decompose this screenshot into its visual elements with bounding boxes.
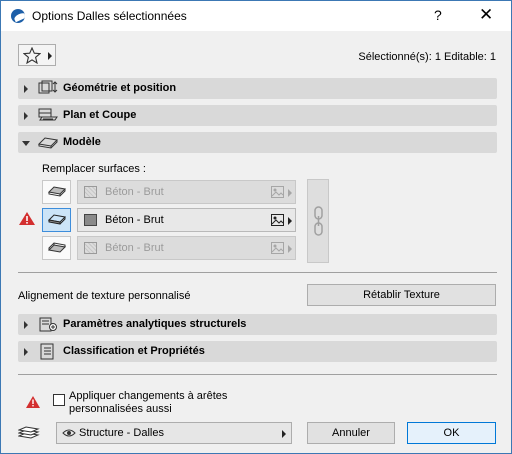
material-name: Béton - Brut	[105, 186, 164, 198]
bottom-surface-material-picker[interactable]: Béton - Brut	[77, 236, 296, 260]
plan-section-icon	[38, 108, 58, 121]
material-swatch	[84, 186, 97, 198]
classification-icon	[40, 343, 54, 360]
window-title: Options Dalles sélectionnées	[32, 9, 187, 23]
cancel-button[interactable]: Annuler	[307, 422, 395, 444]
collapse-arrow-icon	[22, 141, 30, 146]
bottom-surface-icon	[48, 242, 66, 253]
section-label: Paramètres analytiques structurels	[63, 318, 247, 330]
title-bar: Options Dalles sélectionnées ? ✕	[1, 1, 511, 31]
close-button[interactable]: ✕	[479, 5, 493, 25]
top-surface-button[interactable]	[42, 180, 71, 204]
section-label: Modèle	[63, 136, 101, 148]
favorites-button[interactable]	[18, 44, 56, 66]
archicad-app-icon	[11, 9, 25, 23]
layer-name: Structure - Dalles	[79, 427, 164, 439]
ok-button[interactable]: OK	[407, 422, 496, 444]
image-picker-icon	[271, 186, 284, 198]
bottom-surface-button[interactable]	[42, 236, 71, 260]
apply-custom-edges-label-line2: personnalisées aussi	[69, 403, 172, 415]
help-button[interactable]: ?	[434, 7, 442, 23]
section-label: Classification et Propriétés	[63, 345, 205, 357]
layer-select[interactable]: Structure - Dalles	[56, 422, 292, 444]
link-surfaces-toggle[interactable]	[307, 179, 329, 263]
warning-icon	[26, 396, 40, 408]
favorites-dropdown-arrow-icon	[48, 52, 52, 60]
expand-arrow-icon	[24, 348, 28, 356]
section-structural-analytics[interactable]: Paramètres analytiques structurels	[18, 314, 497, 335]
image-picker-icon	[271, 242, 284, 254]
override-surfaces-label: Remplacer surfaces :	[42, 163, 146, 175]
section-model[interactable]: Modèle	[18, 132, 497, 153]
material-name: Béton - Brut	[105, 242, 164, 254]
selection-info: Sélectionné(s): 1 Editable: 1	[358, 51, 496, 63]
side-surface-button[interactable]	[42, 208, 71, 232]
model-icon	[37, 137, 59, 149]
expand-arrow-icon	[24, 321, 28, 329]
apply-custom-edges-checkbox[interactable]	[53, 394, 65, 406]
apply-custom-edges-label[interactable]: Appliquer changements à arêtes personnal…	[69, 390, 227, 416]
geometry-icon	[38, 80, 58, 94]
reset-texture-button[interactable]: Rétablir Texture	[307, 284, 496, 306]
section-classification-properties[interactable]: Classification et Propriétés	[18, 341, 497, 362]
material-name: Béton - Brut	[105, 214, 164, 226]
star-icon	[23, 47, 41, 64]
texture-alignment-label: Alignement de texture personnalisé	[18, 290, 191, 302]
layers-icon	[18, 426, 40, 439]
side-surface-material-picker[interactable]: Béton - Brut	[77, 208, 296, 232]
section-label: Plan et Coupe	[63, 109, 137, 121]
material-swatch	[84, 242, 97, 254]
separator	[18, 374, 497, 375]
chain-link-icon	[314, 206, 323, 236]
dropdown-arrow-icon	[288, 189, 292, 197]
separator	[18, 272, 497, 273]
material-swatch	[84, 214, 97, 226]
section-plan-section[interactable]: Plan et Coupe	[18, 105, 497, 126]
side-surface-icon	[48, 214, 66, 225]
top-surface-icon	[48, 186, 66, 197]
section-geometry-position[interactable]: Géométrie et position	[18, 78, 497, 99]
dropdown-arrow-icon	[282, 430, 286, 438]
top-surface-material-picker[interactable]: Béton - Brut	[77, 180, 296, 204]
dropdown-arrow-icon	[288, 217, 292, 225]
expand-arrow-icon	[24, 112, 28, 120]
expand-arrow-icon	[24, 85, 28, 93]
dropdown-arrow-icon	[288, 245, 292, 253]
options-dialog: Options Dalles sélectionnées ? ✕ Sélecti…	[0, 0, 512, 454]
apply-custom-edges-label-line1: Appliquer changements à arêtes	[69, 390, 228, 402]
section-label: Géométrie et position	[63, 82, 177, 94]
eye-icon	[62, 429, 76, 437]
structural-analytics-icon	[39, 317, 57, 332]
image-picker-icon	[271, 214, 284, 226]
warning-icon	[19, 212, 35, 225]
